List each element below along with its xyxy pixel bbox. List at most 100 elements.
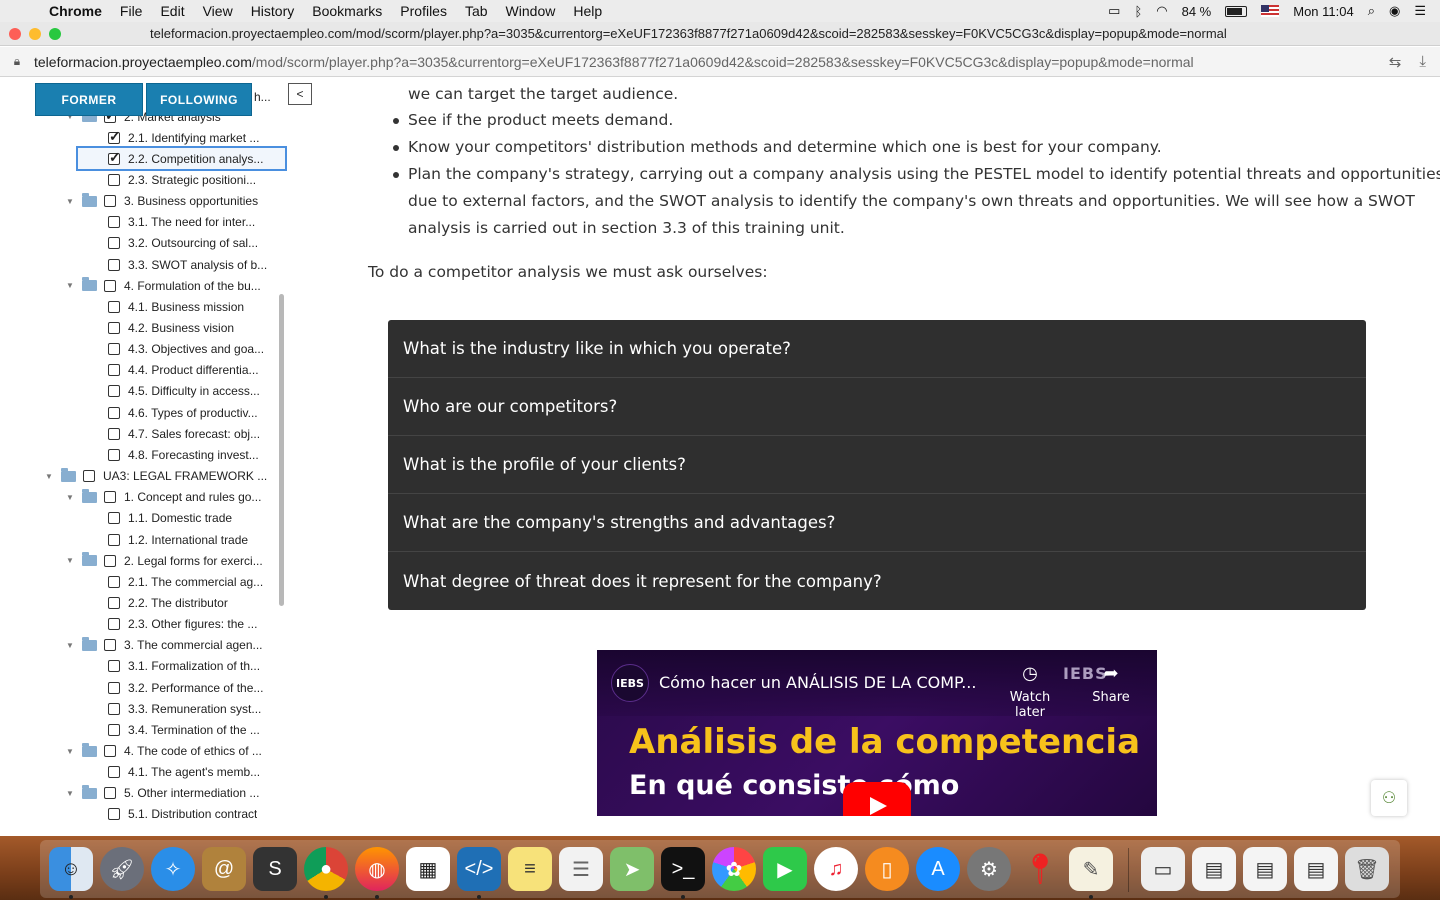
books-icon[interactable]: ▯ [865, 847, 909, 891]
sidebar-scrollbar[interactable] [279, 294, 284, 606]
toc-page-item[interactable]: 4.1. Business mission [108, 296, 244, 317]
app-store-icon[interactable]: A [916, 847, 960, 891]
toc-page-item[interactable]: 3.2. Performance of the... [108, 677, 263, 698]
sublime-text-icon[interactable]: S [253, 847, 297, 891]
toc-folder-item[interactable]: ▼ 3. The commercial agen... [66, 635, 263, 656]
input-source-flag-icon[interactable] [1261, 5, 1280, 17]
expand-triangle-icon[interactable]: ▼ [66, 281, 76, 290]
menu-tab[interactable]: Tab [456, 3, 497, 19]
battery-percent[interactable]: 84 % [1182, 4, 1212, 19]
menu-bookmarks[interactable]: Bookmarks [303, 3, 391, 19]
accordion-item[interactable]: What is the industry like in which you o… [388, 320, 1366, 378]
menu-file[interactable]: File [111, 3, 152, 19]
toc-folder-item[interactable]: ▼ 1. Concept and rules go... [66, 487, 261, 508]
toc-folder-item[interactable]: ▼ 5. Other intermediation ... [66, 783, 259, 804]
share-button[interactable]: ➦ Share [1085, 663, 1137, 705]
toc-folder-item[interactable]: ▼ 2. Legal forms for exerci... [66, 550, 263, 571]
youtube-play-icon[interactable] [843, 782, 911, 816]
toc-page-item[interactable]: 4.2. Business vision [108, 318, 234, 339]
terminal-icon[interactable]: >_ [661, 847, 705, 891]
youtube-embed[interactable]: IEBS Cómo hacer un ANÁLISIS DE LA COMP..… [597, 650, 1157, 816]
menu-history[interactable]: History [242, 3, 304, 19]
toc-page-item[interactable]: 3.1. The need for inter... [108, 212, 255, 233]
toc-folder-item[interactable]: ▼ UA3: LEGAL FRAMEWORK ... [45, 466, 267, 487]
toc-page-item[interactable]: 4.3. Objectives and goa... [108, 339, 264, 360]
expand-triangle-icon[interactable]: ▼ [66, 641, 76, 650]
menu-window[interactable]: Window [497, 3, 565, 19]
expand-triangle-icon[interactable]: ▼ [66, 197, 76, 206]
toc-page-item[interactable]: 2.1. Identifying market ... [108, 127, 259, 148]
calendar-icon[interactable]: ▦ [406, 847, 450, 891]
lock-icon[interactable]: 🔒︎ [0, 54, 34, 69]
expand-triangle-icon[interactable]: ▼ [66, 493, 76, 502]
facetime-icon[interactable]: ▶ [763, 847, 807, 891]
toc-page-item[interactable]: 3.2. Outsourcing of sal... [108, 233, 258, 254]
toc-page-item[interactable]: 3.4. Termination of the ... [108, 719, 260, 740]
toc-folder-item[interactable]: ▼ 4. Formulation of the bu... [66, 275, 261, 296]
url-host[interactable]: teleformacion.proyectaempleo.com [34, 54, 252, 70]
translate-icon[interactable]: ⇆ [1389, 53, 1402, 71]
siri-icon[interactable]: ◉ [1389, 3, 1400, 19]
chrome-icon[interactable]: ● [304, 847, 348, 891]
music-icon[interactable]: ♫ [814, 847, 858, 891]
trash-icon[interactable]: 🗑︎ [1345, 847, 1389, 891]
accordion-item[interactable]: Who are our competitors? [388, 378, 1366, 436]
reminders-icon[interactable]: ☰ [559, 847, 603, 891]
toc-folder-item[interactable]: ▼ 4. The code of ethics of ... [66, 741, 262, 762]
toc-page-item[interactable]: 4.7. Sales forecast: obj... [108, 423, 260, 444]
toc-page-item[interactable]: 2.3. Other figures: the ... [108, 614, 257, 635]
toc-page-item[interactable]: 1.1. Domestic trade [108, 508, 232, 529]
menubar-clock[interactable]: Mon 11:04 [1293, 4, 1353, 19]
toc-page-item[interactable]: 5.1. Distribution contract [108, 804, 257, 825]
menu-view[interactable]: View [194, 3, 242, 19]
toc-page-item[interactable]: 4.1. The agent's memb... [108, 762, 260, 783]
zoom-window-button[interactable] [49, 27, 61, 40]
expand-triangle-icon[interactable]: ▼ [45, 472, 55, 481]
contacts-icon[interactable]: @ [202, 847, 246, 891]
toc-page-item[interactable]: 2.1. The commercial ag... [108, 571, 263, 592]
screenshot-thumbnail-icon[interactable]: ▭ [1141, 847, 1185, 891]
minimize-window-button[interactable] [29, 27, 41, 40]
document-thumbnail-icon[interactable]: ▤ [1294, 847, 1338, 891]
launchpad-icon[interactable]: 🚀︎ [100, 847, 144, 891]
following-button[interactable]: FOLLOWING [146, 83, 252, 116]
address-bar[interactable]: 🔒︎ teleformacion.proyectaempleo.com/mod/… [0, 47, 1440, 77]
pin-app-icon[interactable]: 📍︎ [1018, 847, 1062, 891]
expand-triangle-icon[interactable]: ▼ [66, 789, 76, 798]
maps-icon[interactable]: ➤ [610, 847, 654, 891]
accordion-item[interactable]: What degree of threat does it represent … [388, 552, 1366, 610]
toc-page-item[interactable]: 2.3. Strategic positioni... [108, 169, 256, 190]
accordion-item[interactable]: What is the profile of your clients? [388, 436, 1366, 494]
toc-page-item[interactable]: 4.5. Difficulty in access... [108, 381, 260, 402]
toc-page-item[interactable]: 2.2. Competition analys... [76, 146, 287, 172]
collapse-toc-button[interactable]: < [288, 83, 312, 105]
toc-page-item[interactable]: 1.2. International trade [108, 529, 248, 550]
download-icon[interactable]: ⤓ [1419, 53, 1426, 71]
url-path[interactable]: /mod/scorm/player.php?a=3035&currentorg=… [252, 54, 1194, 70]
accordion-item[interactable]: What are the company's strengths and adv… [388, 494, 1366, 552]
document-thumbnail-icon[interactable]: ▤ [1192, 847, 1236, 891]
notes-icon[interactable]: ≡ [508, 847, 552, 891]
expand-triangle-icon[interactable]: ▼ [66, 556, 76, 565]
accessibility-widget-icon[interactable]: ⚇ [1371, 780, 1407, 816]
airplay-icon[interactable]: ▭ [1108, 3, 1120, 19]
toc-page-item[interactable]: 4.4. Product differentia... [108, 360, 259, 381]
notification-center-icon[interactable]: ☰ [1414, 3, 1426, 19]
watch-later-button[interactable]: ◷ Watch later [995, 663, 1065, 720]
safari-icon[interactable]: ✧ [151, 847, 195, 891]
system-preferences-icon[interactable]: ⚙ [967, 847, 1011, 891]
vscode-icon[interactable]: </> [457, 847, 501, 891]
toc-page-item[interactable]: 3.1. Formalization of th... [108, 656, 260, 677]
firefox-icon[interactable]: ◍ [355, 847, 399, 891]
toc-page-item[interactable]: 3.3. SWOT analysis of b... [108, 254, 267, 275]
finder-icon[interactable]: ☺ [49, 847, 93, 891]
spotlight-search-icon[interactable]: ⌕ [1368, 3, 1375, 19]
textedit-icon[interactable]: ✎ [1069, 847, 1113, 891]
channel-avatar[interactable]: IEBS [611, 664, 649, 702]
menu-profiles[interactable]: Profiles [391, 3, 456, 19]
toc-page-item[interactable]: 4.6. Types of productiv... [108, 402, 258, 423]
menu-help[interactable]: Help [564, 3, 611, 19]
expand-triangle-icon[interactable]: ▼ [66, 747, 76, 756]
toc-page-item[interactable]: 3.3. Remuneration syst... [108, 698, 261, 719]
wifi-icon[interactable]: ◠ [1156, 3, 1167, 19]
